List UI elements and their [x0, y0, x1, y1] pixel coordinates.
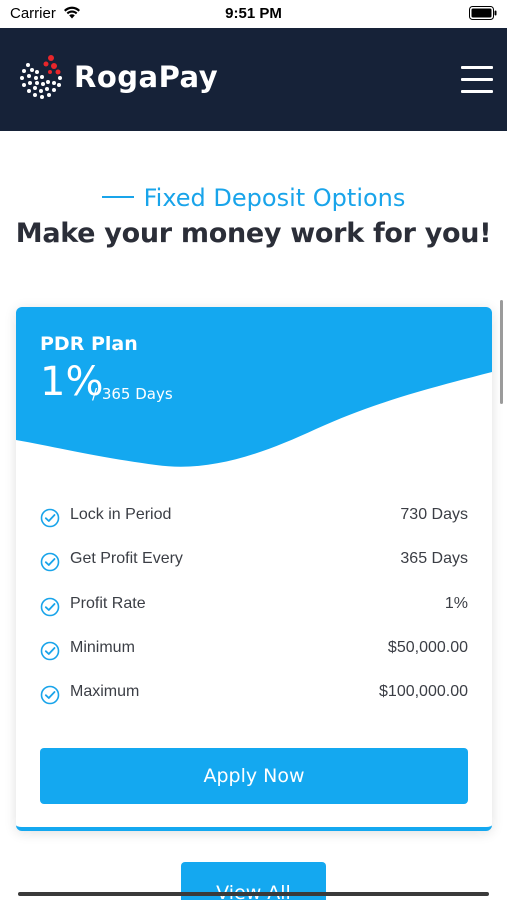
hamburger-menu-icon[interactable] — [461, 66, 493, 94]
rogapay-logo-icon — [20, 55, 62, 99]
detail-row-lock-in-period: Lock in Period 730 Days — [40, 504, 468, 528]
detail-label: Get Profit Every — [70, 550, 183, 567]
plan-card-header: PDR Plan 1% / 365 Days — [16, 307, 492, 477]
battery-icon — [469, 6, 497, 20]
section-title: Make your money work for you! — [15, 218, 492, 249]
check-circle-icon — [40, 641, 60, 661]
detail-row-profit-rate: Profit Rate 1% — [40, 593, 468, 617]
apply-now-button[interactable]: Apply Now — [40, 748, 468, 804]
detail-value: $50,000.00 — [387, 639, 468, 656]
detail-value: 730 Days — [400, 506, 468, 523]
detail-label: Minimum — [70, 639, 135, 656]
detail-row-minimum: Minimum $50,000.00 — [40, 637, 468, 661]
check-circle-icon — [40, 552, 60, 572]
check-circle-icon — [40, 685, 60, 705]
detail-label: Maximum — [70, 683, 140, 700]
section-subtitle: Fixed Deposit Options — [0, 184, 507, 212]
detail-row-profit-every: Get Profit Every 365 Days — [40, 548, 468, 572]
brand-name: RogaPay — [74, 60, 219, 94]
status-bar: Carrier 9:51 PM — [0, 0, 507, 28]
plan-duration: / 365 Days — [92, 385, 173, 403]
detail-row-maximum: Maximum $100,000.00 — [40, 681, 468, 705]
detail-label: Lock in Period — [70, 506, 172, 523]
status-time: 9:51 PM — [225, 5, 282, 22]
home-indicator[interactable] — [18, 892, 489, 896]
subtitle-dash — [101, 196, 134, 198]
detail-value: 365 Days — [400, 550, 468, 567]
app-screen: Carrier 9:51 PM RogaPay Fixed Deposit Op… — [0, 0, 507, 900]
scrollbar[interactable] — [500, 300, 503, 404]
plan-card: PDR Plan 1% / 365 Days Lock in Period 73… — [16, 307, 492, 831]
detail-label: Profit Rate — [70, 595, 146, 612]
app-header: RogaPay — [0, 28, 507, 131]
detail-value: $100,000.00 — [379, 683, 468, 700]
brand-logo[interactable]: RogaPay — [16, 52, 219, 104]
plan-name: PDR Plan — [40, 333, 138, 355]
detail-value: 1% — [444, 595, 468, 612]
check-circle-icon — [40, 508, 60, 528]
section-subtitle-text: Fixed Deposit Options — [143, 184, 406, 212]
check-circle-icon — [40, 597, 60, 617]
